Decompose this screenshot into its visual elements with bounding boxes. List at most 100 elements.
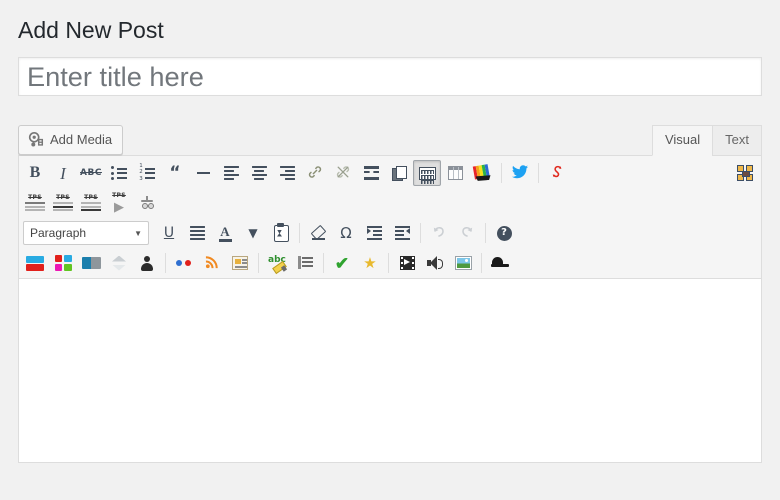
tab-visual[interactable]: Visual bbox=[651, 125, 714, 156]
bulleted-list-button[interactable] bbox=[105, 160, 133, 186]
add-media-label: Add Media bbox=[50, 132, 113, 147]
tps-button-1[interactable]: TPS bbox=[21, 190, 49, 216]
bold-button[interactable]: B bbox=[21, 160, 49, 186]
undo-button[interactable] bbox=[425, 220, 453, 246]
two-tone-box-button[interactable] bbox=[77, 250, 105, 276]
read-more-button[interactable] bbox=[357, 160, 385, 186]
post-title-input[interactable] bbox=[18, 57, 762, 96]
color-grid-button[interactable] bbox=[49, 250, 77, 276]
align-center-icon bbox=[251, 164, 267, 182]
paste-as-text-button[interactable] bbox=[267, 220, 295, 246]
underline-button[interactable]: U bbox=[155, 220, 183, 246]
tps-icon: TPS bbox=[25, 194, 45, 213]
toolbar-separator bbox=[323, 253, 324, 273]
shortcode-button[interactable] bbox=[543, 160, 571, 186]
twitter-embed-button[interactable] bbox=[506, 160, 534, 186]
color-palette-button[interactable] bbox=[469, 160, 497, 186]
indent-icon bbox=[394, 224, 410, 242]
star-button[interactable]: ★ bbox=[356, 250, 384, 276]
twitter-bird-icon bbox=[512, 164, 528, 182]
spellcheck-button[interactable]: abc bbox=[263, 250, 291, 276]
anvil-button[interactable] bbox=[486, 250, 514, 276]
two-dots-button[interactable] bbox=[170, 250, 198, 276]
tps-button-2[interactable]: TPS bbox=[49, 190, 77, 216]
diamond-arrows-icon bbox=[111, 255, 127, 271]
increase-indent-button[interactable] bbox=[388, 220, 416, 246]
title-field-wrap bbox=[18, 57, 762, 96]
insert-table-button[interactable] bbox=[441, 160, 469, 186]
align-center-button[interactable] bbox=[245, 160, 273, 186]
horizontal-rule-button[interactable] bbox=[189, 160, 217, 186]
horizontal-rule-icon bbox=[196, 172, 210, 174]
omega-icon: Ω bbox=[340, 223, 352, 242]
text-color-icon: A bbox=[218, 225, 232, 242]
text-lines-button[interactable] bbox=[291, 250, 319, 276]
abc-pencil-icon: abc bbox=[268, 255, 288, 274]
outdent-icon bbox=[366, 224, 382, 242]
align-justify-button[interactable] bbox=[183, 220, 211, 246]
toolbar-separator bbox=[538, 163, 539, 183]
blockquote-button[interactable]: “ bbox=[161, 160, 189, 186]
collapse-expand-button[interactable] bbox=[105, 250, 133, 276]
star-icon: ★ bbox=[363, 254, 377, 272]
toolbar-row-2: TPS TPS TPS TPS ▶ bbox=[19, 188, 761, 218]
person-icon bbox=[140, 255, 154, 271]
toolbar-separator bbox=[501, 163, 502, 183]
chevron-down-icon: ▼ bbox=[134, 228, 142, 238]
keyboard-shortcuts-button[interactable]: ? bbox=[490, 220, 518, 246]
clear-formatting-button[interactable] bbox=[304, 220, 332, 246]
anchor-button[interactable] bbox=[133, 190, 161, 216]
fullscreen-button[interactable] bbox=[731, 160, 759, 186]
decrease-indent-button[interactable] bbox=[360, 220, 388, 246]
toolbar-toggle-button[interactable] bbox=[413, 160, 441, 186]
news-button[interactable] bbox=[226, 250, 254, 276]
media-buttons-bar: Add Media Visual Text bbox=[18, 125, 762, 156]
tab-text[interactable]: Text bbox=[712, 125, 762, 156]
editor-toolbars: B I ABC 123 “ TPS TPS TPS TPS ▶ Paragrap… bbox=[19, 156, 761, 279]
toolbar-row-1: B I ABC 123 “ bbox=[19, 156, 761, 188]
special-character-button[interactable]: Ω bbox=[332, 220, 360, 246]
video-button[interactable] bbox=[393, 250, 421, 276]
align-left-button[interactable] bbox=[217, 160, 245, 186]
eraser-icon bbox=[310, 224, 326, 241]
undo-icon bbox=[431, 224, 447, 243]
strikethrough-button[interactable]: ABC bbox=[77, 160, 105, 186]
author-button[interactable] bbox=[133, 250, 161, 276]
rss-feed-button[interactable] bbox=[198, 250, 226, 276]
toolbar-row-3: Paragraph ▼ U A ▼ Ω ? bbox=[19, 218, 761, 248]
rss-icon bbox=[205, 254, 220, 272]
rainbow-palette-icon bbox=[472, 164, 494, 183]
tps-play-icon: TPS ▶ bbox=[112, 192, 126, 214]
format-select[interactable]: Paragraph ▼ bbox=[23, 221, 149, 245]
page-break-button[interactable] bbox=[385, 160, 413, 186]
add-media-button[interactable]: Add Media bbox=[18, 125, 124, 155]
image-button[interactable] bbox=[449, 250, 477, 276]
tps-play-button[interactable]: TPS ▶ bbox=[105, 190, 133, 216]
editor-container: B I ABC 123 “ TPS TPS TPS TPS ▶ Paragrap… bbox=[18, 155, 762, 463]
post-body-editor[interactable] bbox=[19, 279, 761, 462]
toolbar-separator bbox=[388, 253, 389, 273]
tps-icon: TPS bbox=[81, 194, 101, 213]
speaker-icon bbox=[427, 256, 443, 270]
numbered-list-button[interactable]: 123 bbox=[133, 160, 161, 186]
tps-button-3[interactable]: TPS bbox=[77, 190, 105, 216]
audio-button[interactable] bbox=[421, 250, 449, 276]
redo-button[interactable] bbox=[453, 220, 481, 246]
fullscreen-icon bbox=[737, 165, 753, 181]
bulleted-list-icon bbox=[111, 164, 127, 183]
help-icon: ? bbox=[496, 225, 512, 241]
insert-link-button[interactable] bbox=[301, 160, 329, 186]
color-grid-icon bbox=[54, 255, 72, 271]
align-right-button[interactable] bbox=[273, 160, 301, 186]
table-icon bbox=[447, 166, 463, 180]
color-bars-icon bbox=[26, 255, 44, 272]
color-bars-button[interactable] bbox=[21, 250, 49, 276]
toolbar-separator bbox=[481, 253, 482, 273]
align-right-icon bbox=[279, 164, 295, 182]
text-color-dropdown[interactable]: ▼ bbox=[239, 220, 267, 246]
clipboard-icon bbox=[273, 222, 289, 242]
checkmark-button[interactable]: ✔ bbox=[328, 250, 356, 276]
text-color-button[interactable]: A bbox=[211, 220, 239, 246]
remove-link-button[interactable] bbox=[329, 160, 357, 186]
italic-button[interactable]: I bbox=[49, 160, 77, 186]
